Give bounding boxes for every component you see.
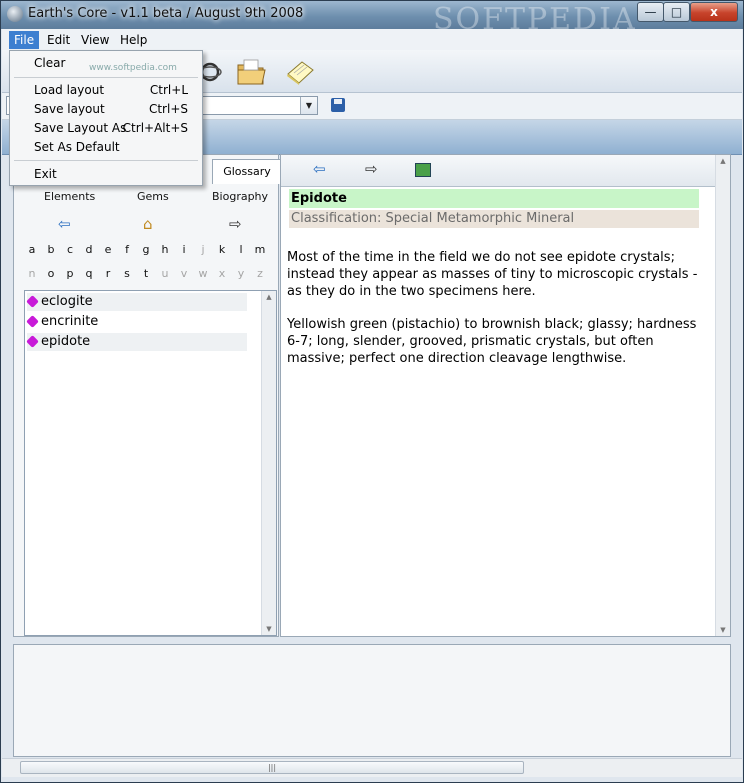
menu-item-shortcut: Ctrl+Alt+S bbox=[122, 121, 188, 135]
classification-label: Classification: Special Metamorphic Mine… bbox=[289, 210, 699, 228]
home-icon[interactable]: ⌂ bbox=[143, 216, 153, 232]
article-heading: Epidote bbox=[289, 189, 699, 208]
article-paragraph-1: Most of the time in the field we do not … bbox=[287, 250, 698, 299]
chevron-down-icon[interactable]: ▼ bbox=[300, 97, 317, 114]
menu-bar: File Edit View Help bbox=[2, 29, 742, 50]
article-toolbar: ⇦ ⇨ bbox=[281, 155, 730, 187]
letter-s[interactable]: s bbox=[119, 267, 135, 280]
menu-view[interactable]: View bbox=[76, 31, 114, 49]
letter-l[interactable]: l bbox=[233, 243, 249, 256]
scroll-thumb[interactable]: ||| bbox=[20, 761, 524, 774]
article-paragraph-2: Yellowish green (pistachio) to brownish … bbox=[287, 317, 697, 366]
letter-n: n bbox=[28, 267, 36, 280]
menu-separator bbox=[14, 160, 198, 161]
category-elements[interactable]: Elements bbox=[44, 190, 95, 203]
left-panel: Glossary Elements Gems Biography ⇦ ⌂ ⇨ a… bbox=[13, 154, 282, 637]
tab-glossary[interactable]: Glossary bbox=[212, 159, 282, 184]
menu-item-set-as-default[interactable]: Set As Default bbox=[10, 138, 202, 156]
article-back-icon[interactable]: ⇦ bbox=[313, 161, 326, 177]
menu-item-label: Save Layout As bbox=[34, 121, 127, 135]
menu-item-shortcut: Ctrl+S bbox=[148, 102, 188, 116]
title-bar[interactable]: Earth's Core - v1.1 beta / August 9th 20… bbox=[1, 1, 743, 37]
article-scrollbar[interactable]: ▲ ▼ bbox=[715, 155, 730, 636]
letter-r[interactable]: r bbox=[100, 267, 116, 280]
letter-b[interactable]: b bbox=[43, 243, 59, 256]
article-forward-icon[interactable]: ⇨ bbox=[365, 161, 378, 177]
scroll-down-icon[interactable]: ▼ bbox=[716, 626, 730, 634]
folder-icon[interactable] bbox=[234, 56, 268, 88]
gem-icon bbox=[26, 315, 39, 328]
letter-i[interactable]: i bbox=[176, 243, 192, 256]
list-item-label: eclogite bbox=[41, 294, 93, 309]
letter-o[interactable]: o bbox=[43, 267, 59, 280]
menu-item-save-layout-as[interactable]: Save Layout As Ctrl+Alt+S bbox=[10, 119, 202, 137]
menu-edit[interactable]: Edit bbox=[42, 31, 75, 49]
list-scrollbar[interactable]: ▲ ▼ bbox=[261, 291, 276, 635]
letter-p[interactable]: p bbox=[62, 267, 78, 280]
bottom-panel bbox=[13, 644, 731, 757]
nav-row: ⇦ ⌂ ⇨ bbox=[22, 213, 272, 237]
menu-item-label: Set As Default bbox=[34, 140, 120, 154]
gem-icon bbox=[26, 335, 39, 348]
close-button[interactable]: x bbox=[690, 2, 738, 22]
category-biography[interactable]: Biography bbox=[212, 190, 268, 203]
menu-item-exit[interactable]: Exit bbox=[10, 165, 202, 183]
menu-item-save-layout[interactable]: Save layout Ctrl+S bbox=[10, 100, 202, 118]
letter-d[interactable]: d bbox=[81, 243, 97, 256]
letter-a[interactable]: a bbox=[24, 243, 40, 256]
window-title: Earth's Core - v1.1 beta / August 9th 20… bbox=[28, 6, 304, 21]
minimize-button[interactable]: — bbox=[637, 2, 664, 22]
letter-f[interactable]: f bbox=[119, 243, 135, 256]
scroll-up-icon[interactable]: ▲ bbox=[262, 293, 276, 301]
scroll-up-icon[interactable]: ▲ bbox=[716, 157, 730, 165]
app-window: Earth's Core - v1.1 beta / August 9th 20… bbox=[0, 0, 744, 783]
letter-u: u bbox=[161, 267, 169, 280]
softpedia-url: www.softpedia.com bbox=[89, 63, 177, 73]
menu-item-label: Load layout bbox=[34, 83, 105, 97]
image-icon[interactable] bbox=[415, 163, 431, 177]
list-item-label: epidote bbox=[41, 334, 91, 349]
letter-y: y bbox=[237, 267, 245, 280]
letter-z: z bbox=[257, 267, 263, 280]
letter-t[interactable]: t bbox=[138, 267, 154, 280]
letter-j: j bbox=[201, 243, 205, 256]
save-icon[interactable] bbox=[331, 98, 345, 112]
letter-q[interactable]: q bbox=[81, 267, 97, 280]
menu-item-shortcut: Ctrl+L bbox=[149, 83, 188, 97]
list-item-label: encrinite bbox=[41, 314, 99, 329]
maximize-button[interactable]: □ bbox=[663, 2, 690, 22]
letter-w: w bbox=[198, 267, 208, 280]
list-item-eclogite[interactable]: eclogite bbox=[26, 293, 247, 311]
back-arrow-icon[interactable]: ⇦ bbox=[58, 216, 71, 232]
letter-h[interactable]: h bbox=[157, 243, 173, 256]
menu-help[interactable]: Help bbox=[115, 31, 152, 49]
letter-c[interactable]: c bbox=[62, 243, 78, 256]
horizontal-scrollbar[interactable]: ||| bbox=[2, 758, 742, 777]
list-item-epidote[interactable]: epidote bbox=[26, 333, 247, 351]
scroll-down-icon[interactable]: ▼ bbox=[262, 625, 276, 633]
letter-k[interactable]: k bbox=[214, 243, 230, 256]
letter-m[interactable]: m bbox=[252, 243, 268, 256]
menu-file[interactable]: File bbox=[9, 31, 40, 49]
app-globe-icon bbox=[7, 6, 23, 22]
letter-g[interactable]: g bbox=[138, 243, 154, 256]
menu-item-label: Save layout bbox=[34, 102, 105, 116]
list-item-encrinite[interactable]: encrinite bbox=[26, 313, 247, 331]
menu-item-label: Clear bbox=[34, 56, 66, 70]
menu-separator bbox=[14, 77, 198, 78]
menu-item-label: Exit bbox=[34, 167, 57, 181]
letter-x: x bbox=[218, 267, 226, 280]
glossary-list[interactable]: eclogite encrinite epidote ▲ ▼ bbox=[24, 290, 277, 636]
alphabet-index: abcdefghijklm nopqrstuvwxyz bbox=[24, 241, 274, 285]
category-gems[interactable]: Gems bbox=[137, 190, 169, 203]
category-row: Elements Gems Biography bbox=[22, 187, 272, 209]
notepad-icon[interactable] bbox=[282, 56, 316, 88]
gem-icon bbox=[26, 295, 39, 308]
article-panel: ⇦ ⇨ Epidote Classification: Special Meta… bbox=[280, 154, 731, 637]
menu-item-load-layout[interactable]: Load layout Ctrl+L bbox=[10, 81, 202, 99]
letter-e[interactable]: e bbox=[100, 243, 116, 256]
letter-v: v bbox=[180, 267, 188, 280]
forward-arrow-icon[interactable]: ⇨ bbox=[229, 216, 242, 232]
